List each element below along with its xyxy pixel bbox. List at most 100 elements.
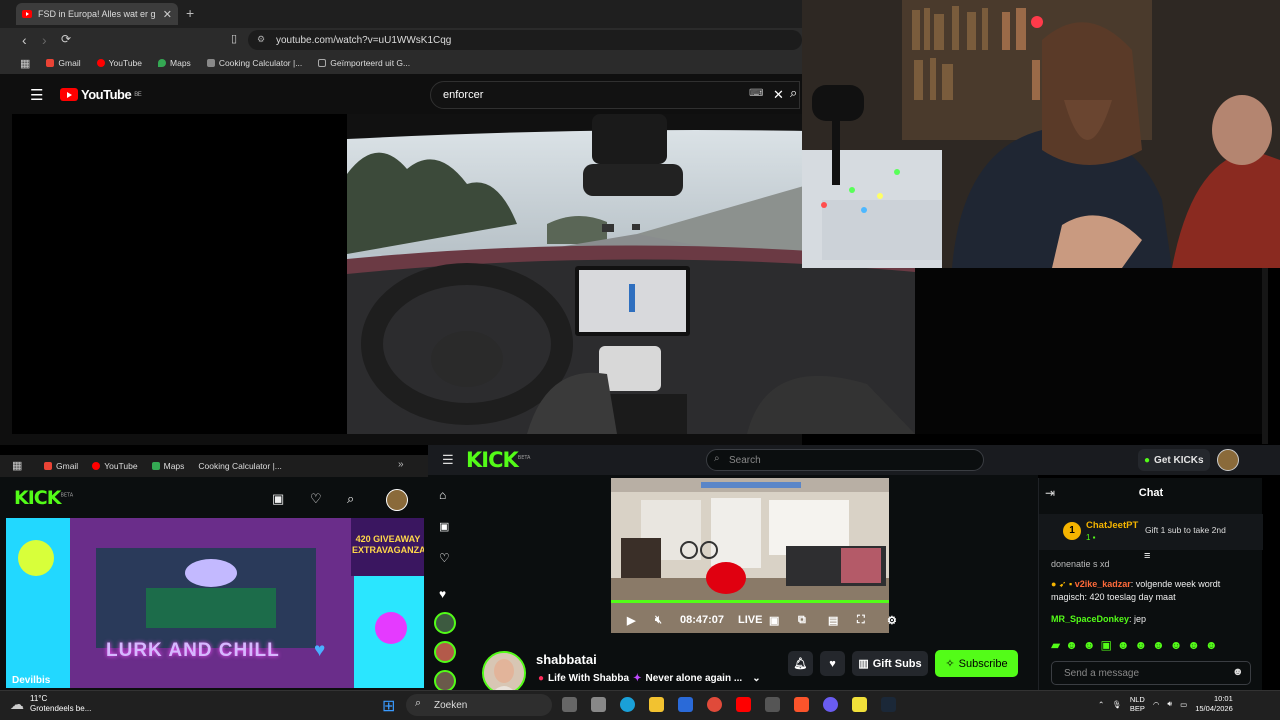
- subscribe-button[interactable]: ✧ Subscribe: [935, 650, 1018, 677]
- channel-avatar-1[interactable]: [434, 612, 456, 634]
- outlook-icon[interactable]: [678, 697, 693, 712]
- settings-gear-icon[interactable]: ⚙: [887, 614, 897, 627]
- keyboard-icon[interactable]: ⌨: [749, 88, 763, 99]
- emoji-icon[interactable]: ☻: [1232, 666, 1244, 678]
- windows-start-icon[interactable]: ⊞: [382, 696, 395, 716]
- menu-icon[interactable]: ☰: [30, 86, 43, 104]
- edge-icon[interactable]: [620, 697, 635, 712]
- clock[interactable]: 10:01 15/04/2026: [1195, 694, 1233, 714]
- brave-icon[interactable]: [794, 697, 809, 712]
- apps-grid-icon[interactable]: ▦: [12, 459, 22, 472]
- reload-icon[interactable]: ⟳: [61, 32, 71, 46]
- bookmark-cooking-calculator[interactable]: Cooking Calculator |...: [198, 461, 281, 471]
- player-controls: ▶ 🔇︎ 08:47:07 LIVE ▣ ⧉ ▤ ⛶ ⚙: [611, 600, 897, 633]
- bookmark-youtube[interactable]: YouTube: [96, 58, 142, 68]
- user-avatar[interactable]: [1217, 449, 1239, 471]
- microphone-icon[interactable]: 🎙︎: [1112, 700, 1122, 709]
- kick-logo[interactable]: KICKBETA: [14, 487, 73, 509]
- kick-sidebar: ⌂ ▣ ♡ ♥: [428, 478, 464, 692]
- weather-widget[interactable]: ☁ 11°C Grotendeels be...: [10, 694, 91, 714]
- wifi-icon[interactable]: ◠: [1153, 700, 1160, 709]
- bookmark-folder-imported[interactable]: Geïmporteerd uit G...: [318, 58, 410, 68]
- url-text: youtube.com/watch?v=uU1WWsK1Cqg: [276, 34, 452, 46]
- clear-search-icon[interactable]: ✕: [773, 87, 784, 103]
- notifications-button[interactable]: 🔔︎: [788, 651, 813, 676]
- clip-icon[interactable]: ⧉: [798, 614, 806, 627]
- play-icon[interactable]: ▶: [627, 614, 635, 627]
- emote-bar[interactable]: ▰☻☻▣☻☻☻☻☻☻: [1051, 638, 1223, 652]
- youtube-logo-icon: [60, 88, 78, 101]
- chevron-down-icon[interactable]: ⌄: [752, 673, 760, 684]
- stream-thumbnail[interactable]: 420 GIVEAWAY EXTRAVAGANZA LURK AND CHILL…: [6, 518, 424, 688]
- browse-icon[interactable]: ▣: [272, 491, 284, 507]
- user-avatar[interactable]: [386, 489, 408, 511]
- more-bookmarks-icon[interactable]: »: [398, 459, 404, 470]
- menu-icon[interactable]: ☰: [442, 452, 454, 468]
- chat-input[interactable]: Send a message ☻: [1051, 661, 1251, 685]
- back-icon[interactable]: ‹: [22, 32, 27, 48]
- home-icon[interactable]: ⌂: [439, 488, 446, 502]
- streamer-name[interactable]: shabbatai: [536, 652, 597, 667]
- url-field[interactable]: ⚙ youtube.com/watch?v=uU1WWsK1Cqg: [248, 30, 802, 50]
- sparkle-icon: ✦: [633, 673, 642, 684]
- language-indicator[interactable]: NLD BEP: [1130, 695, 1145, 713]
- bookmark-gmail[interactable]: Gmail: [44, 461, 78, 471]
- webcam-overlay: [802, 0, 1280, 268]
- progress-bar[interactable]: [611, 600, 889, 603]
- app-icon[interactable]: [852, 697, 867, 712]
- get-kicks-button[interactable]: ● Get KICKs: [1138, 449, 1210, 471]
- live-indicator[interactable]: LIVE: [738, 614, 762, 626]
- miniplayer-icon[interactable]: ▤: [828, 614, 838, 627]
- browse-icon[interactable]: ▣: [439, 520, 449, 533]
- search-icon[interactable]: ⌕: [790, 85, 797, 101]
- file-explorer-icon[interactable]: [649, 697, 664, 712]
- bookmark-gmail[interactable]: Gmail: [46, 58, 81, 68]
- volume-icon[interactable]: 🔊︎: [1167, 699, 1172, 709]
- discord-icon[interactable]: [823, 697, 838, 712]
- bookmark-youtube[interactable]: YouTube: [92, 461, 138, 471]
- new-tab-icon[interactable]: +: [186, 5, 194, 21]
- bookmark-maps[interactable]: Maps: [151, 461, 184, 471]
- chrome-icon[interactable]: [707, 697, 722, 712]
- streamer-avatar[interactable]: [482, 651, 526, 695]
- bookmark-cooking-calculator[interactable]: Cooking Calculator |...: [206, 58, 302, 68]
- chevron-up-icon[interactable]: ⌃: [1098, 700, 1104, 709]
- youtube-app-icon[interactable]: [736, 697, 751, 712]
- site-info-icon[interactable]: ⚙: [257, 34, 265, 45]
- follow-button[interactable]: ♥: [820, 651, 845, 676]
- youtube-logo[interactable]: YouTube BE: [60, 87, 142, 102]
- channel-avatar-3[interactable]: [434, 670, 456, 692]
- pinned-gift-count: 1 ▪: [1086, 533, 1096, 542]
- chat-fragment: donenatie s xd: [1051, 559, 1110, 569]
- channel-avatar-2[interactable]: [434, 641, 456, 663]
- store-icon[interactable]: [591, 697, 606, 712]
- calculator-icon[interactable]: [765, 697, 780, 712]
- steam-icon[interactable]: [881, 697, 896, 712]
- gift-subs-button[interactable]: ▥ Gift Subs: [852, 651, 928, 676]
- page-scrollbar[interactable]: [1262, 268, 1268, 444]
- apps-grid-icon[interactable]: ▦: [20, 57, 30, 70]
- tab-bar: FSD in Europa! Alles wat er g ✕ +: [0, 0, 802, 28]
- tab-youtube[interactable]: FSD in Europa! Alles wat er g ✕: [16, 3, 178, 25]
- pinned-gift-banner[interactable]: 1 ChatJeetPT 1 ▪ Gift 1 sub to take 2nd: [1039, 514, 1263, 550]
- mute-icon[interactable]: 🔇︎: [655, 614, 662, 627]
- following-heart-icon[interactable]: ♡: [310, 491, 322, 507]
- fullscreen-icon[interactable]: ⛶: [857, 614, 865, 627]
- gift-icon: ▥: [858, 658, 869, 670]
- gmail-icon: [44, 462, 52, 470]
- kick-logo[interactable]: KICKBETA: [466, 448, 530, 472]
- following-heart-icon[interactable]: ♡: [439, 551, 450, 565]
- bookmark-maps[interactable]: Maps: [158, 58, 191, 68]
- heart-icon[interactable]: ♥: [439, 587, 446, 601]
- bookmark-icon[interactable]: ▯: [231, 32, 237, 45]
- bell-icon: 🔔︎: [793, 658, 808, 670]
- theater-mode-icon[interactable]: ▣: [769, 614, 779, 627]
- close-tab-icon[interactable]: ✕: [163, 8, 172, 21]
- forward-icon[interactable]: ›: [42, 32, 47, 48]
- search-input[interactable]: enforcer ⌨ ✕: [430, 81, 800, 109]
- search-icon[interactable]: ⌕: [347, 491, 354, 507]
- kick-search-input[interactable]: ⌕ Search: [706, 449, 984, 471]
- taskbar-search[interactable]: ⌕ Zoeken: [406, 694, 552, 716]
- battery-icon[interactable]: ▭: [1180, 700, 1187, 709]
- task-view-icon[interactable]: [562, 697, 577, 712]
